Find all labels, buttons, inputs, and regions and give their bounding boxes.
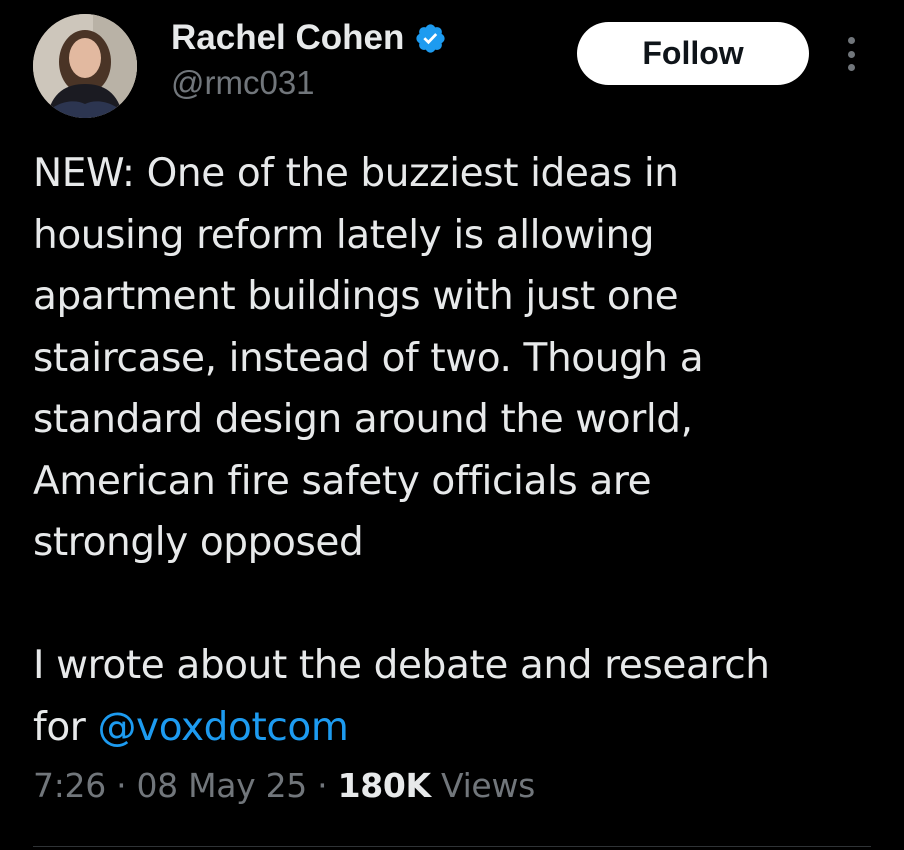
- tweet-text-line: I wrote about the debate and research: [33, 643, 770, 688]
- tweet-date[interactable]: 08 May 25: [136, 766, 307, 805]
- divider: [33, 846, 871, 847]
- tweet-text-line: staircase, instead of two. Though a: [33, 335, 704, 381]
- meta-separator: ·: [105, 766, 137, 805]
- tweet-text-line: housing reform lately is allowing: [33, 212, 655, 258]
- views-label: Views: [430, 766, 536, 805]
- verified-badge-icon: [414, 22, 447, 55]
- mention-link[interactable]: @voxdotcom: [97, 705, 348, 750]
- author-handle[interactable]: @rmc031: [171, 64, 315, 102]
- tweet-text-line: strongly opposed: [33, 520, 364, 565]
- more-vertical-icon[interactable]: [836, 34, 866, 74]
- tweet-text-line: standard design around the world,: [33, 397, 693, 442]
- author-name-row[interactable]: Rachel Cohen: [171, 14, 447, 62]
- tweet-meta: 7:26 · 08 May 25 · 180K Views: [33, 766, 535, 805]
- more-dot: [847, 64, 855, 71]
- views-count: 180K: [337, 766, 432, 805]
- author-display-name[interactable]: Rachel Cohen: [171, 18, 404, 58]
- tweet-text-line: for @voxdotcom: [33, 697, 893, 759]
- tweet-text-line: NEW: One of the buzziest ideas in: [33, 151, 679, 196]
- avatar-image: [33, 14, 137, 118]
- avatar[interactable]: [33, 14, 137, 118]
- tweet-text: NEW: One of the buzziest ideas in housin…: [33, 143, 893, 758]
- more-dot: [847, 37, 855, 44]
- follow-button[interactable]: Follow: [577, 22, 809, 85]
- meta-separator: ·: [306, 766, 338, 805]
- tweet-text-line: apartment buildings with just one: [33, 274, 679, 319]
- tweet-text-fragment: for: [33, 704, 98, 750]
- tweet-time[interactable]: 7:26: [33, 766, 106, 805]
- more-dot: [847, 50, 855, 58]
- tweet-text-line: American fire safety officials are: [33, 458, 652, 504]
